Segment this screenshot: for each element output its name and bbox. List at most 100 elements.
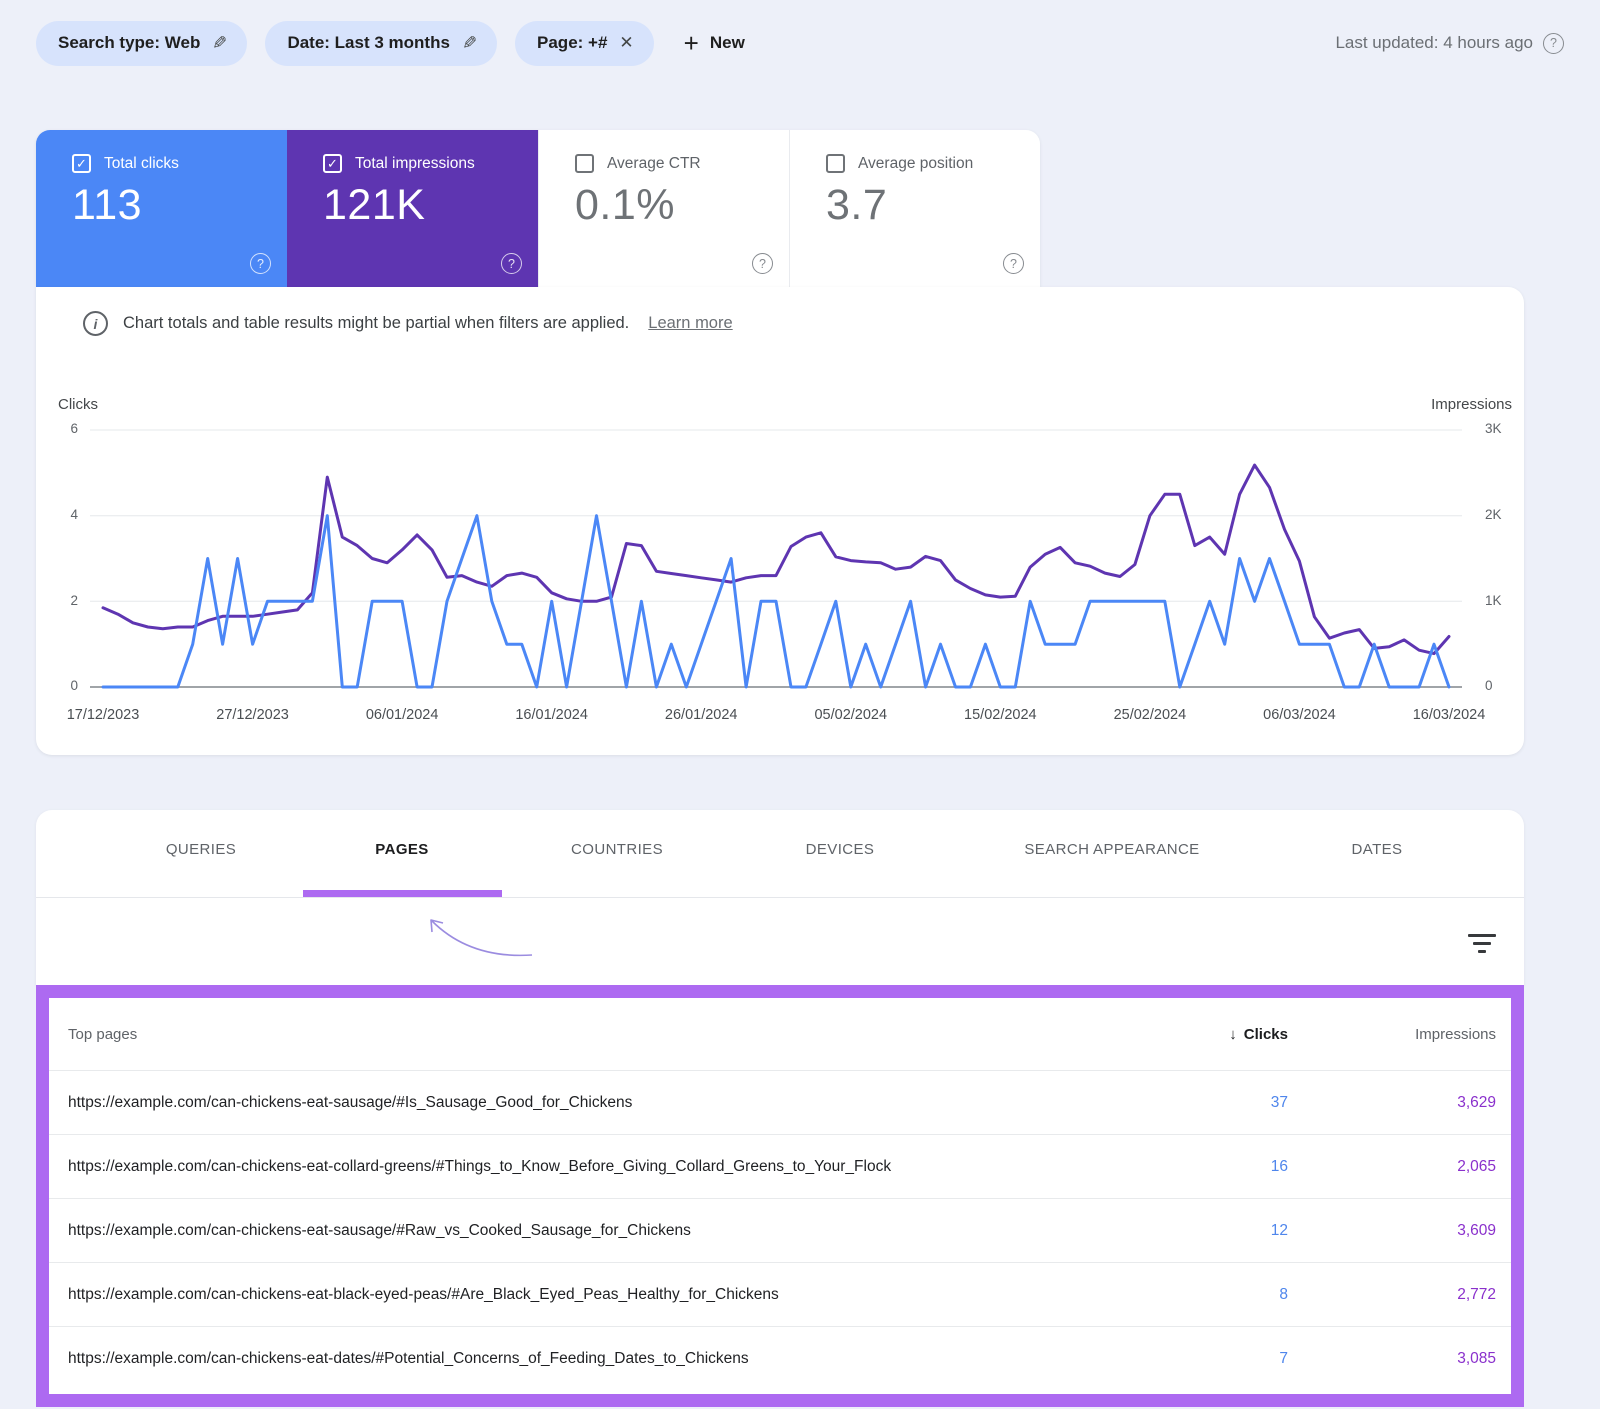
filter-bar: Search type: Web ✎ Date: Last 3 months ✎… bbox=[36, 20, 1564, 66]
clicks-value: 12 bbox=[1270, 1221, 1288, 1239]
y-axis-tick: 6 bbox=[70, 421, 78, 436]
metric-value: 121K bbox=[323, 181, 426, 229]
checkbox-checked-icon[interactable]: ✓ bbox=[72, 154, 91, 173]
checkbox-checked-icon[interactable]: ✓ bbox=[323, 154, 342, 173]
help-icon[interactable]: ? bbox=[501, 253, 522, 274]
x-axis-label: 16/03/2024 bbox=[1412, 707, 1486, 723]
y-axis-tick: 0 bbox=[1485, 678, 1493, 693]
y-axis-tick: 3K bbox=[1485, 421, 1502, 436]
table-row[interactable]: https://example.com/can-chickens-eat-sau… bbox=[49, 1198, 1511, 1262]
page-url[interactable]: https://example.com/can-chickens-eat-sau… bbox=[68, 1222, 1148, 1240]
tab-devices[interactable]: DEVICES bbox=[806, 841, 875, 858]
x-axis-label: 17/12/2023 bbox=[66, 707, 140, 723]
impressions-value: 2,065 bbox=[1457, 1157, 1496, 1175]
column-header-impressions[interactable]: Impressions bbox=[1415, 1026, 1496, 1043]
annotation-arrow bbox=[430, 919, 533, 957]
page-url[interactable]: https://example.com/can-chickens-eat-col… bbox=[68, 1158, 1148, 1176]
pencil-icon: ✎ bbox=[461, 32, 478, 53]
filter-chip-label: Search type: Web bbox=[58, 33, 201, 52]
sort-desc-icon: ↓ bbox=[1229, 1025, 1237, 1043]
tab-search-appearance[interactable]: SEARCH APPEARANCE bbox=[1024, 841, 1199, 858]
active-tab-underline bbox=[303, 890, 502, 897]
new-filter-label: New bbox=[709, 33, 745, 52]
impressions-value: 2,772 bbox=[1457, 1285, 1496, 1303]
x-axis-label: 05/02/2024 bbox=[814, 707, 888, 723]
performance-chart-card: i Chart totals and table results might b… bbox=[36, 287, 1524, 755]
banner-text: Chart totals and table results might be … bbox=[123, 314, 630, 332]
y-axis-tick: 2 bbox=[70, 593, 78, 608]
last-updated-text: Last updated: 4 hours ago bbox=[1335, 33, 1533, 52]
metric-label: Average position bbox=[858, 154, 974, 172]
metric-label: Average CTR bbox=[607, 154, 701, 172]
metric-total-impressions[interactable]: ✓ Total impressions 121K ? bbox=[287, 130, 538, 287]
tab-pages[interactable]: PAGES bbox=[375, 841, 428, 858]
tab-queries[interactable]: QUERIES bbox=[166, 841, 236, 858]
help-icon[interactable]: ? bbox=[250, 253, 271, 274]
help-icon[interactable]: ? bbox=[752, 253, 773, 274]
filter-chip-page[interactable]: Page: +# ✕ bbox=[515, 20, 654, 66]
y-axis-tick: 4 bbox=[70, 507, 78, 522]
last-updated: Last updated: 4 hours ago ? bbox=[1335, 32, 1564, 54]
clicks-value: 37 bbox=[1270, 1093, 1288, 1111]
x-axis-label: 16/01/2024 bbox=[515, 707, 588, 723]
x-axis-label: 25/02/2024 bbox=[1113, 707, 1187, 723]
pencil-icon: ✎ bbox=[212, 32, 228, 53]
top-pages-table-highlight: Top pages ↓ Clicks Impressions https://e… bbox=[36, 985, 1524, 1407]
close-icon[interactable]: ✕ bbox=[619, 33, 633, 53]
x-axis-label: 06/03/2024 bbox=[1263, 707, 1336, 723]
table-row[interactable]: https://example.com/can-chickens-eat-col… bbox=[49, 1134, 1511, 1198]
help-icon[interactable]: ? bbox=[1543, 32, 1564, 54]
filter-chip-label: Date: Last 3 months bbox=[287, 33, 450, 52]
learn-more-link[interactable]: Learn more bbox=[648, 314, 732, 333]
x-axis-label: 15/02/2024 bbox=[964, 707, 1037, 723]
info-icon: i bbox=[83, 311, 108, 336]
page-url[interactable]: https://example.com/can-chickens-eat-sau… bbox=[68, 1094, 1148, 1112]
metric-cards: ✓ Total clicks 113 ? ✓ Total impressions… bbox=[36, 130, 1040, 287]
clicks-value: 8 bbox=[1279, 1285, 1288, 1303]
left-axis-title: Clicks bbox=[58, 396, 98, 413]
x-axis-label: 26/01/2024 bbox=[664, 707, 738, 723]
y-axis-tick: 1K bbox=[1485, 593, 1502, 608]
impressions-value: 3,629 bbox=[1457, 1093, 1496, 1111]
search-console-performance-page: Search type: Web ✎ Date: Last 3 months ✎… bbox=[0, 0, 1600, 1409]
metric-average-ctr[interactable]: Average CTR 0.1% ? bbox=[538, 130, 789, 287]
tabs-divider bbox=[36, 897, 1524, 898]
clicks-value: 7 bbox=[1279, 1349, 1288, 1367]
tab-countries[interactable]: COUNTRIES bbox=[571, 841, 663, 858]
metric-average-position[interactable]: Average position 3.7 ? bbox=[789, 130, 1040, 287]
metric-label: Total clicks bbox=[104, 154, 179, 172]
plus-icon: + bbox=[683, 28, 699, 58]
table-filter-icon[interactable] bbox=[1464, 934, 1500, 958]
right-axis-title: Impressions bbox=[1431, 396, 1512, 413]
metric-label: Total impressions bbox=[355, 154, 475, 172]
column-header-top-pages: Top pages bbox=[68, 1025, 138, 1043]
x-axis-label: 06/01/2024 bbox=[365, 707, 439, 723]
column-header-clicks[interactable]: ↓ Clicks bbox=[1229, 1026, 1288, 1043]
filter-chip-date[interactable]: Date: Last 3 months ✎ bbox=[265, 20, 498, 66]
metric-value: 0.1% bbox=[575, 181, 676, 229]
filter-chip-label: Page: +# bbox=[537, 33, 608, 52]
new-filter-button[interactable]: + New bbox=[683, 28, 745, 58]
table-row[interactable]: https://example.com/can-chickens-eat-sau… bbox=[49, 1070, 1511, 1134]
checkbox-unchecked-icon[interactable] bbox=[826, 154, 845, 173]
metric-value: 113 bbox=[72, 181, 143, 229]
metric-value: 3.7 bbox=[826, 181, 888, 229]
y-axis-tick: 2K bbox=[1485, 507, 1502, 522]
filter-chip-search-type[interactable]: Search type: Web ✎ bbox=[36, 20, 248, 66]
clicks-value: 16 bbox=[1270, 1157, 1288, 1175]
impressions-value: 3,609 bbox=[1457, 1221, 1496, 1239]
impressions-value: 3,085 bbox=[1457, 1349, 1496, 1367]
table-row[interactable]: https://example.com/can-chickens-eat-dat… bbox=[49, 1326, 1511, 1390]
clicks-impressions-line-chart bbox=[90, 429, 1462, 689]
checkbox-unchecked-icon[interactable] bbox=[575, 154, 594, 173]
page-url[interactable]: https://example.com/can-chickens-eat-dat… bbox=[68, 1350, 1148, 1368]
table-row[interactable]: https://example.com/can-chickens-eat-bla… bbox=[49, 1262, 1511, 1326]
tab-dates[interactable]: DATES bbox=[1352, 841, 1403, 858]
dimensions-tabs-card: QUERIES PAGES COUNTRIES DEVICES SEARCH A… bbox=[36, 810, 1524, 985]
page-url[interactable]: https://example.com/can-chickens-eat-bla… bbox=[68, 1286, 1148, 1304]
metric-total-clicks[interactable]: ✓ Total clicks 113 ? bbox=[36, 130, 287, 287]
x-axis-label: 27/12/2023 bbox=[216, 707, 289, 723]
partial-results-banner: i Chart totals and table results might b… bbox=[83, 311, 733, 336]
y-axis-tick: 0 bbox=[70, 678, 78, 693]
help-icon[interactable]: ? bbox=[1003, 253, 1024, 274]
